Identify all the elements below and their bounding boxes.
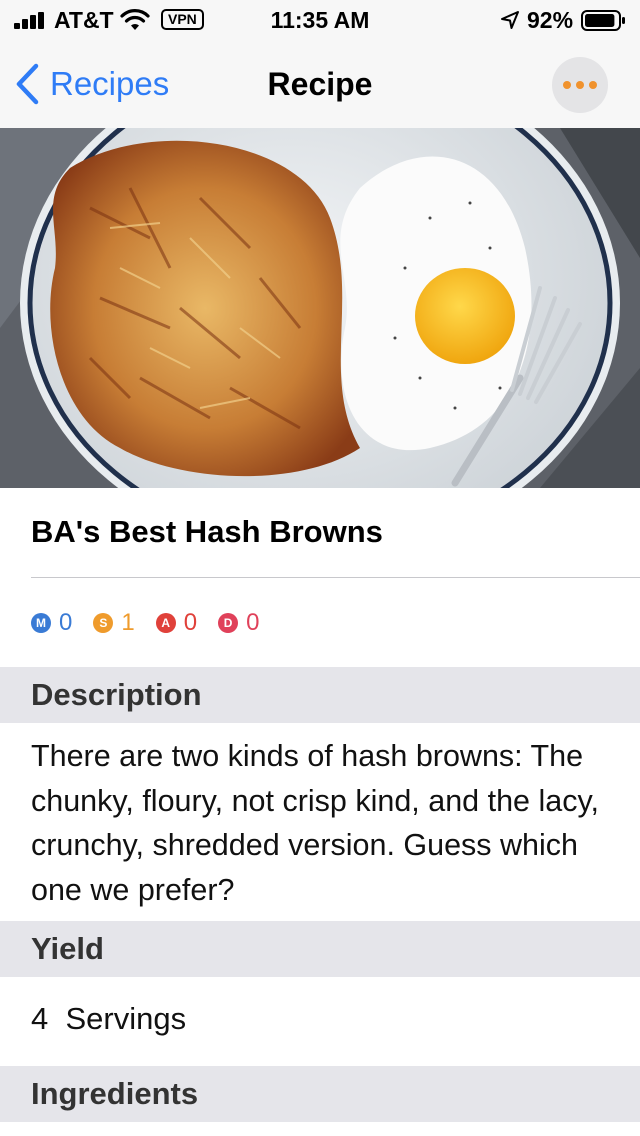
more-options-button[interactable] <box>552 57 608 113</box>
counter-a: A 0 <box>155 609 198 637</box>
location-arrow-icon <box>501 11 519 29</box>
recipe-screen: AT&T VPN 11:35 AM 92% Recipes Recipe BA'… <box>0 0 640 1136</box>
ingredients-header: Ingredients <box>0 1066 640 1122</box>
d-badge-icon: D <box>218 613 239 633</box>
battery-percent: 92% <box>527 7 574 33</box>
counter-s-value: 1 <box>121 609 135 636</box>
counter-d-value: 0 <box>246 609 260 636</box>
title-divider <box>31 577 640 578</box>
navigation-bar: Recipes Recipe <box>0 40 640 128</box>
nav-title: Recipe <box>267 66 373 102</box>
more-dot-icon <box>576 81 584 89</box>
more-dot-icon <box>589 81 597 89</box>
status-bar: AT&T VPN 11:35 AM 92% <box>0 0 640 40</box>
yield-value: 4 Servings <box>31 1001 187 1036</box>
more-dot-icon <box>563 81 571 89</box>
m-badge-icon: M <box>31 613 51 633</box>
description-header: Description <box>0 667 640 723</box>
s-badge-icon: S <box>93 613 114 633</box>
recipe-photo <box>0 128 640 488</box>
counter-s: S 1 <box>93 609 135 637</box>
yield-header: Yield <box>0 921 640 977</box>
counter-m: M 0 <box>31 609 72 637</box>
counter-m-value: 0 <box>59 609 73 636</box>
recipe-counters: M 0 S 1 A 0 D 0 <box>31 609 280 637</box>
battery-icon <box>581 10 625 31</box>
counter-d: D 0 <box>218 609 259 637</box>
recipe-title: BA's Best Hash Browns <box>31 514 383 549</box>
a-badge-icon: A <box>155 613 176 633</box>
counter-a-value: 0 <box>183 609 198 636</box>
description-text: There are two kinds of hash browns: The … <box>31 739 599 907</box>
